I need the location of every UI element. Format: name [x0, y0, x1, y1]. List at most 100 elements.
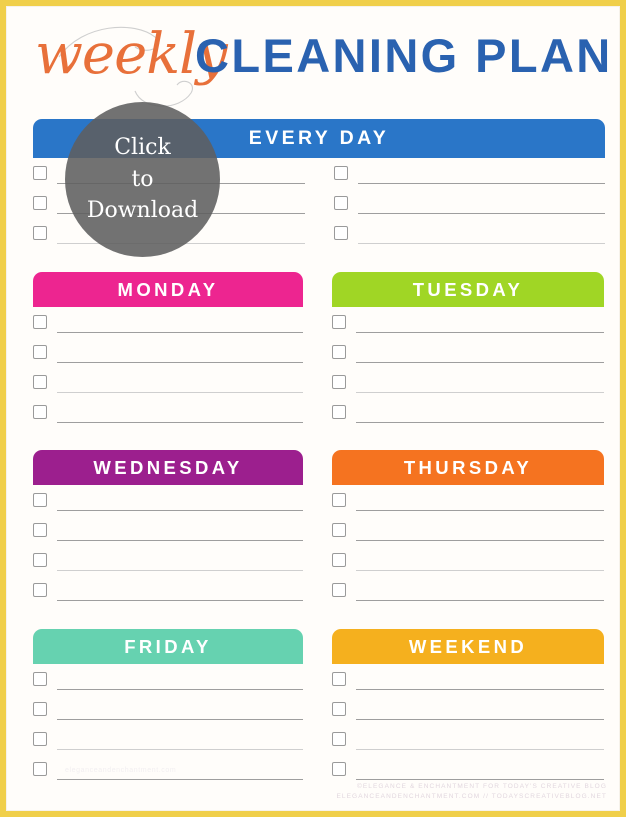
task-write-line[interactable]	[356, 719, 604, 720]
section-wednesday: WEDNESDAY	[33, 450, 303, 608]
task-rows-thursday	[332, 488, 604, 608]
task-checkbox[interactable]	[332, 405, 346, 419]
task-row	[33, 400, 303, 430]
watermark-text: eleganceandenchantment.com	[65, 767, 177, 774]
task-checkbox[interactable]	[33, 553, 47, 567]
task-write-line[interactable]	[57, 719, 303, 720]
footer-line-1: ©ELEGANCE & ENCHANTMENT FOR TODAY'S CREA…	[356, 782, 607, 790]
task-write-line[interactable]	[57, 510, 303, 511]
footer-line-2: ELEGANCEANDENCHANTMENT.COM // TODAYSCREA…	[336, 792, 607, 800]
task-row	[332, 488, 604, 518]
task-write-line[interactable]	[356, 570, 604, 571]
page-frame: weekly CLEANING PLAN EVERY DAY MONDAY TUES…	[0, 0, 626, 817]
task-checkbox[interactable]	[332, 315, 346, 329]
task-write-line[interactable]	[356, 332, 604, 333]
task-row	[332, 370, 604, 400]
task-checkbox[interactable]	[332, 672, 346, 686]
task-checkbox[interactable]	[33, 762, 47, 776]
task-write-line[interactable]	[357, 213, 605, 214]
task-write-line[interactable]	[57, 362, 303, 363]
section-header-tuesday: TUESDAY	[332, 272, 604, 307]
page-title: weekly CLEANING PLAN	[7, 21, 619, 113]
footer-credit: ©ELEGANCE & ENCHANTMENT FOR TODAY'S CREA…	[336, 782, 607, 802]
task-checkbox[interactable]	[332, 553, 346, 567]
task-row	[33, 578, 303, 608]
page-sheet: weekly CLEANING PLAN EVERY DAY MONDAY TUES…	[6, 6, 620, 811]
task-write-line[interactable]	[57, 332, 303, 333]
click-to-download-overlay[interactable]: Click to Download	[65, 102, 220, 257]
task-rows-monday	[33, 310, 303, 430]
task-row	[333, 161, 605, 191]
task-write-line[interactable]	[57, 422, 303, 423]
task-column	[333, 161, 605, 251]
task-checkbox[interactable]	[33, 583, 47, 597]
task-row	[33, 697, 303, 727]
task-rows-tuesday	[332, 310, 604, 430]
task-write-line[interactable]	[357, 243, 605, 244]
task-checkbox[interactable]	[33, 315, 47, 329]
section-tuesday: TUESDAY	[332, 272, 604, 430]
section-header-monday: MONDAY	[33, 272, 303, 307]
task-checkbox[interactable]	[33, 493, 47, 507]
task-row	[33, 488, 303, 518]
task-checkbox[interactable]	[332, 345, 346, 359]
task-write-line[interactable]	[356, 392, 604, 393]
task-row	[33, 667, 303, 697]
task-row	[33, 340, 303, 370]
task-checkbox[interactable]	[333, 226, 348, 240]
task-row	[332, 310, 604, 340]
task-row	[33, 518, 303, 548]
section-monday: MONDAY	[33, 272, 303, 430]
task-checkbox[interactable]	[333, 166, 348, 180]
task-checkbox[interactable]	[332, 523, 346, 537]
section-friday: FRIDAY	[33, 629, 303, 787]
task-row	[33, 727, 303, 757]
task-write-line[interactable]	[57, 749, 303, 750]
task-row	[332, 727, 604, 757]
task-checkbox[interactable]	[332, 732, 346, 746]
task-write-line[interactable]	[57, 689, 303, 690]
task-row	[332, 340, 604, 370]
section-header-thursday: THURSDAY	[332, 450, 604, 485]
task-checkbox[interactable]	[33, 375, 47, 389]
task-checkbox[interactable]	[33, 166, 47, 180]
task-rows-weekend	[332, 667, 604, 787]
overlay-line-2: to	[131, 166, 154, 192]
task-write-line[interactable]	[356, 510, 604, 511]
task-write-line[interactable]	[57, 570, 303, 571]
task-checkbox[interactable]	[33, 672, 47, 686]
task-write-line[interactable]	[356, 600, 604, 601]
task-write-line[interactable]	[357, 183, 605, 184]
task-checkbox[interactable]	[332, 762, 346, 776]
task-checkbox[interactable]	[33, 226, 47, 240]
task-checkbox[interactable]	[332, 493, 346, 507]
task-write-line[interactable]	[57, 779, 303, 780]
task-checkbox[interactable]	[332, 583, 346, 597]
task-write-line[interactable]	[356, 362, 604, 363]
task-checkbox[interactable]	[33, 523, 47, 537]
title-main-words: CLEANING PLAN	[195, 29, 613, 82]
task-write-line[interactable]	[57, 392, 303, 393]
task-checkbox[interactable]	[33, 732, 47, 746]
task-write-line[interactable]	[356, 540, 604, 541]
section-header-friday: FRIDAY	[33, 629, 303, 664]
task-row	[332, 548, 604, 578]
task-write-line[interactable]	[356, 422, 604, 423]
task-row	[332, 697, 604, 727]
task-checkbox[interactable]	[332, 375, 346, 389]
task-checkbox[interactable]	[33, 345, 47, 359]
task-checkbox[interactable]	[33, 702, 47, 716]
task-checkbox[interactable]	[33, 405, 47, 419]
task-write-line[interactable]	[356, 779, 604, 780]
task-checkbox[interactable]	[333, 196, 348, 210]
task-row	[332, 667, 604, 697]
task-write-line[interactable]	[57, 600, 303, 601]
task-write-line[interactable]	[356, 689, 604, 690]
overlay-line-1: Click	[114, 134, 171, 160]
task-write-line[interactable]	[356, 749, 604, 750]
task-write-line[interactable]	[57, 540, 303, 541]
task-checkbox[interactable]	[33, 196, 47, 210]
section-header-wednesday: WEDNESDAY	[33, 450, 303, 485]
task-row	[333, 221, 605, 251]
task-checkbox[interactable]	[332, 702, 346, 716]
